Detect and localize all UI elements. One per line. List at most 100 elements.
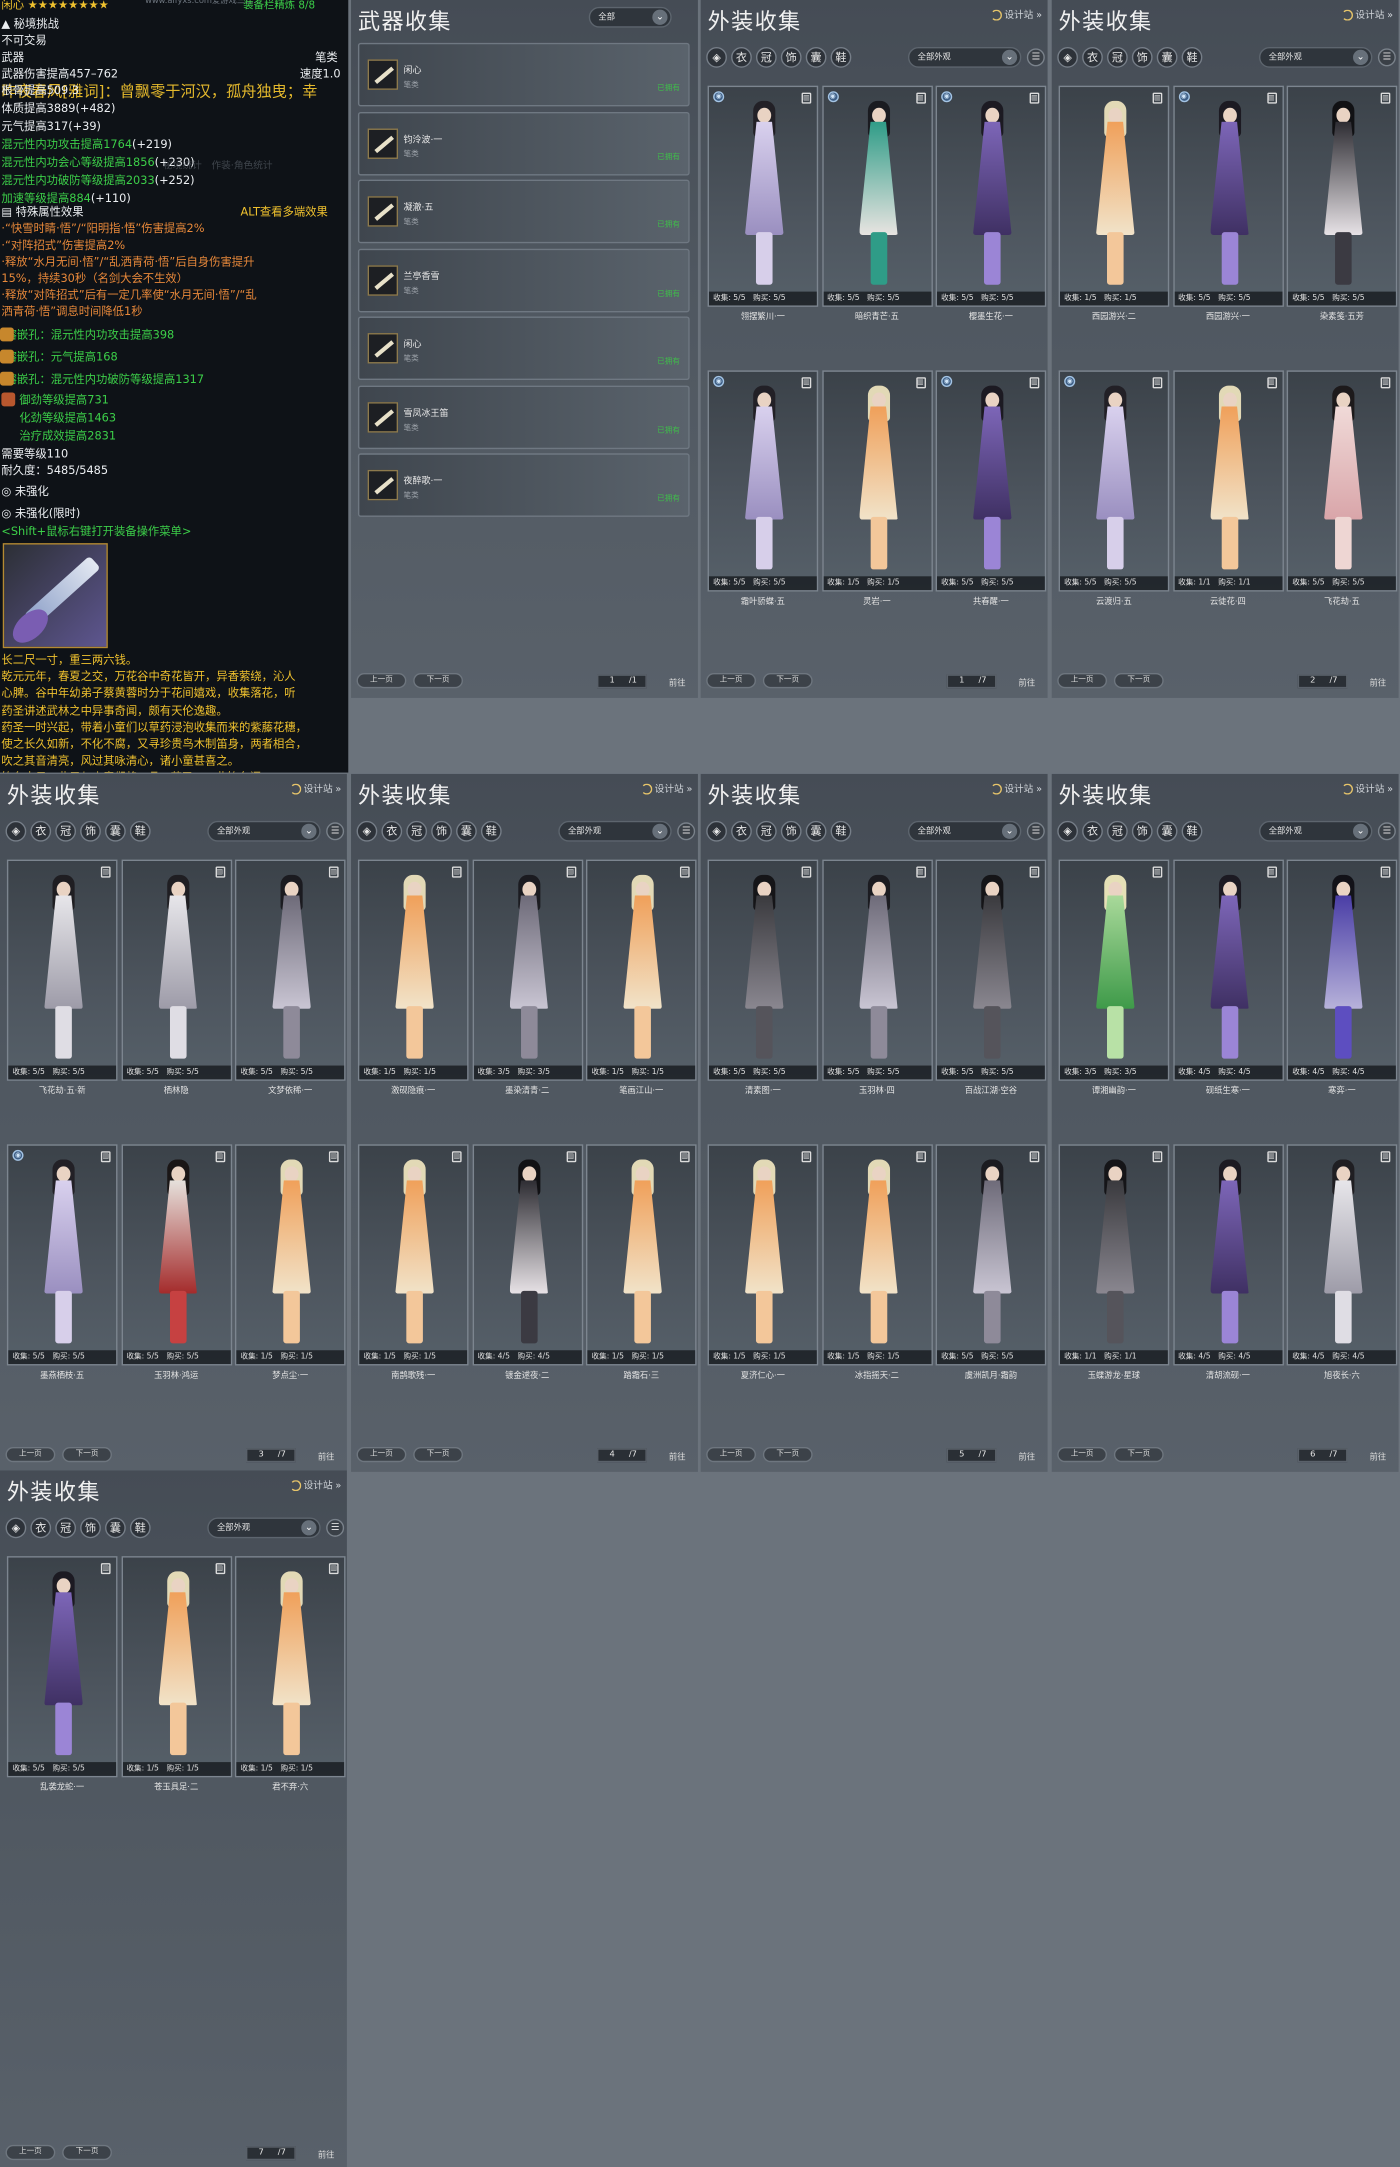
next-page-button[interactable]: 下一页 <box>762 673 813 689</box>
trash-icon[interactable]: ▥ <box>1152 866 1163 878</box>
page-number-box[interactable]: 3/7 <box>246 1448 296 1463</box>
jump-button[interactable]: 前往 <box>1370 676 1387 689</box>
trash-icon[interactable]: ▥ <box>214 1563 225 1575</box>
trash-icon[interactable]: ▥ <box>1380 1151 1391 1163</box>
prev-page-button[interactable]: 上一页 <box>5 2144 56 2161</box>
category-icon[interactable]: 饰 <box>780 46 802 68</box>
category-icon[interactable]: 衣 <box>1082 820 1103 842</box>
jump-button[interactable]: 前往 <box>318 1450 335 1463</box>
next-page-button[interactable]: 下一页 <box>62 2144 112 2161</box>
design-site-link[interactable]: 设计站» <box>289 1479 341 1493</box>
category-icon[interactable]: 囊 <box>1156 46 1178 68</box>
prev-page-button[interactable]: 上一页 <box>356 1446 407 1463</box>
trash-icon[interactable]: ▥ <box>1266 92 1277 104</box>
category-icon[interactable]: 衣 <box>731 820 752 842</box>
outfit-card[interactable]: ◉ ▥ 收集: 5/5 购买: 5/5 <box>707 370 819 592</box>
outfit-card[interactable]: ▥ 收集: 1/5 购买: 1/5 <box>120 1556 232 1778</box>
outfit-card[interactable]: ▥ 收集: 5/5 购买: 5/5 <box>821 859 933 1081</box>
category-icon[interactable]: 衣 <box>1082 46 1103 68</box>
category-icon[interactable]: 鞋 <box>830 820 852 842</box>
outfit-card[interactable]: ▥ 收集: 1/5 购买: 1/5 <box>234 1144 346 1366</box>
category-icon[interactable]: 饰 <box>1131 820 1153 842</box>
outfit-card[interactable]: ▥ 收集: 1/1 购买: 1/1 <box>1058 1144 1170 1366</box>
list-view-icon[interactable]: ☰ <box>1026 822 1045 841</box>
jump-button[interactable]: 前往 <box>669 676 686 689</box>
trash-icon[interactable]: ▥ <box>1380 92 1391 104</box>
list-view-icon[interactable]: ☰ <box>1377 48 1396 67</box>
outfit-filter-dropdown[interactable]: 全部外观 ⌄ <box>907 46 1022 68</box>
page-number-box[interactable]: 6/7 <box>1297 1448 1348 1463</box>
trash-icon[interactable]: ▥ <box>214 866 225 878</box>
outfit-card[interactable]: ◉ ▥ 收集: 5/5 购买: 5/5 <box>1058 370 1170 592</box>
weapon-row[interactable]: 兰亭香雪 笔类 已拥有 <box>357 248 690 312</box>
page-number-box[interactable]: 4/7 <box>597 1448 647 1463</box>
category-icon[interactable]: 衣 <box>381 820 403 842</box>
trash-icon[interactable]: ▥ <box>1029 92 1040 104</box>
category-icon[interactable]: 鞋 <box>1181 820 1203 842</box>
trash-icon[interactable]: ▥ <box>328 866 339 878</box>
trash-icon[interactable]: ▥ <box>801 377 812 389</box>
outfit-card[interactable]: ▥ 收集: 5/5 购买: 5/5 <box>935 859 1047 1081</box>
outfit-card[interactable]: ▥ 收集: 1/1 购买: 1/1 <box>1172 370 1284 592</box>
category-icon[interactable]: ◈ <box>706 46 727 68</box>
outfit-card[interactable]: ◉ ▥ 收集: 5/5 购买: 5/5 <box>821 85 933 307</box>
trash-icon[interactable]: ▥ <box>100 1563 111 1575</box>
trash-icon[interactable]: ▥ <box>1380 866 1391 878</box>
trash-icon[interactable]: ▥ <box>1152 92 1163 104</box>
trash-icon[interactable]: ▥ <box>915 1151 926 1163</box>
outfit-card[interactable]: ◉ ▥ 收集: 5/5 购买: 5/5 <box>935 370 1047 592</box>
outfit-card[interactable]: ▥ 收集: 4/5 购买: 4/5 <box>1172 1144 1284 1366</box>
jump-button[interactable]: 前往 <box>669 1450 686 1463</box>
outfit-filter-dropdown[interactable]: 全部外观 ⌄ <box>1259 820 1373 842</box>
outfit-card[interactable]: ▥ 收集: 1/5 购买: 1/5 <box>821 370 933 592</box>
design-site-link[interactable]: 设计站» <box>1341 8 1393 22</box>
trash-icon[interactable]: ▥ <box>679 866 690 878</box>
outfit-filter-dropdown[interactable]: 全部外观 ⌄ <box>907 820 1022 842</box>
category-icon[interactable]: 冠 <box>755 820 777 842</box>
prev-page-button[interactable]: 上一页 <box>1057 1446 1108 1463</box>
category-icon[interactable]: ◈ <box>1057 46 1078 68</box>
outfit-filter-dropdown[interactable]: 全部外观 ⌄ <box>558 820 672 842</box>
trash-icon[interactable]: ▥ <box>328 1563 339 1575</box>
outfit-card[interactable]: ◉ ▥ 收集: 5/5 购买: 5/5 <box>935 85 1047 307</box>
outfit-card[interactable]: ▥ 收集: 4/5 购买: 4/5 <box>1172 859 1284 1081</box>
weapon-row[interactable]: 闲心 笔类 已拥有 <box>357 42 690 107</box>
next-page-button[interactable]: 下一页 <box>62 1446 112 1463</box>
design-site-link[interactable]: 设计站» <box>990 782 1042 796</box>
category-icon[interactable]: ◈ <box>356 820 378 842</box>
trash-icon[interactable]: ▥ <box>1266 377 1277 389</box>
outfit-card[interactable]: ▥ 收集: 5/5 购买: 5/5 <box>6 1556 118 1778</box>
category-icon[interactable]: 饰 <box>431 820 452 842</box>
outfit-card[interactable]: ▥ 收集: 5/5 购买: 5/5 <box>1286 85 1398 307</box>
outfit-card[interactable]: ▥ 收集: 4/5 购买: 4/5 <box>471 1144 583 1366</box>
category-icon[interactable]: ◈ <box>5 1517 27 1539</box>
weapon-row[interactable]: 凝澈·五 笔类 已拥有 <box>357 179 690 244</box>
trash-icon[interactable]: ▥ <box>1152 377 1163 389</box>
outfit-card[interactable]: ▥ 收集: 1/5 购买: 1/5 <box>357 1144 469 1366</box>
trash-icon[interactable]: ▥ <box>1029 377 1040 389</box>
page-number-box[interactable]: 5/7 <box>946 1448 997 1463</box>
outfit-card[interactable]: ◉ ▥ 收集: 5/5 购买: 5/5 <box>6 1144 118 1366</box>
prev-page-button[interactable]: 上一页 <box>1057 673 1108 689</box>
category-icon[interactable]: 囊 <box>805 820 827 842</box>
trash-icon[interactable]: ▥ <box>1266 1151 1277 1163</box>
prev-page-button[interactable]: 上一页 <box>5 1446 56 1463</box>
category-icon[interactable]: 饰 <box>780 820 802 842</box>
jump-button[interactable]: 前往 <box>1019 1450 1036 1463</box>
outfit-card[interactable]: ▥ 收集: 1/5 购买: 1/5 <box>585 1144 697 1366</box>
trash-icon[interactable]: ▥ <box>1380 377 1391 389</box>
category-icon[interactable]: 囊 <box>1156 820 1178 842</box>
weapon-row[interactable]: 钧泠波·一 笔类 已拥有 <box>357 111 690 175</box>
category-icon[interactable]: 鞋 <box>830 46 852 68</box>
outfit-card[interactable]: ▥ 收集: 1/5 购买: 1/5 <box>1058 85 1170 307</box>
trash-icon[interactable]: ▥ <box>801 1151 812 1163</box>
trash-icon[interactable]: ▥ <box>1266 866 1277 878</box>
trash-icon[interactable]: ▥ <box>100 1151 111 1163</box>
category-icon[interactable]: 衣 <box>731 46 752 68</box>
weapon-row[interactable]: 闲心 笔类 已拥有 <box>357 316 690 381</box>
outfit-card[interactable]: ◉ ▥ 收集: 5/5 购买: 5/5 <box>707 85 819 307</box>
prev-page-button[interactable]: 上一页 <box>356 673 407 689</box>
category-icon[interactable]: 冠 <box>406 820 428 842</box>
weapon-filter-dropdown[interactable]: 全部 ⌄ <box>588 6 672 28</box>
trash-icon[interactable]: ▥ <box>915 92 926 104</box>
